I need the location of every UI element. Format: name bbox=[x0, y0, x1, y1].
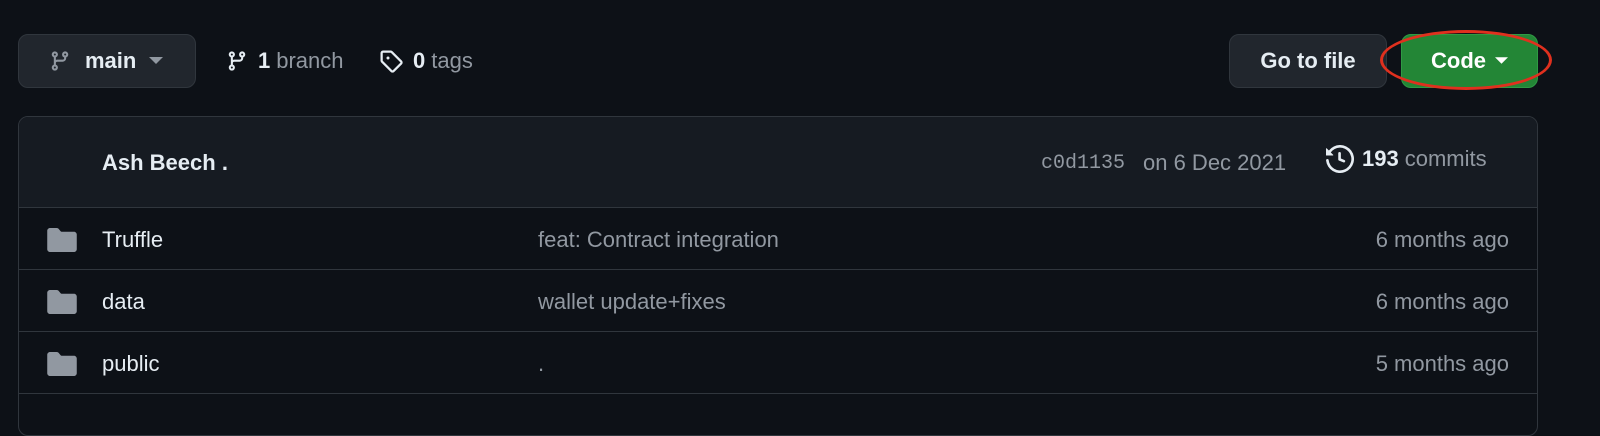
chevron-down-icon bbox=[149, 57, 164, 65]
code-button-label: Code bbox=[1431, 48, 1486, 73]
file-commit-message[interactable]: wallet update+fixes bbox=[538, 289, 726, 315]
file-age: 5 months ago bbox=[1375, 351, 1509, 376]
commit-author[interactable]: Ash Beech . bbox=[102, 150, 228, 176]
file-row: Truffle feat: Contract integration 6 mon… bbox=[19, 208, 1537, 270]
file-commit-message[interactable]: feat: Contract integration bbox=[538, 227, 779, 253]
branch-selector-label: main bbox=[85, 48, 137, 73]
chevron-down-icon bbox=[1495, 57, 1508, 65]
folder-icon bbox=[47, 228, 77, 252]
file-row: public . 5 months ago bbox=[19, 332, 1537, 394]
folder-icon bbox=[47, 352, 77, 376]
branch-label: branch bbox=[276, 48, 344, 73]
commit-date: on 6 Dec 2021 bbox=[1143, 150, 1287, 175]
commits-link[interactable]: 193 commits bbox=[1326, 145, 1487, 173]
branch-count: 1 bbox=[258, 48, 271, 73]
go-to-file-button[interactable]: Go to file bbox=[1229, 34, 1387, 88]
folder-icon bbox=[47, 290, 77, 314]
file-age: 6 months ago bbox=[1375, 289, 1509, 314]
tag-label: tags bbox=[431, 48, 473, 73]
latest-commit-bar: Ash Beech . c0d1135 on 6 Dec 2021 193 co… bbox=[19, 117, 1537, 208]
git-branch-icon bbox=[226, 49, 248, 73]
file-name-link[interactable]: Truffle bbox=[102, 227, 163, 253]
tag-icon bbox=[379, 49, 403, 73]
file-row: data wallet update+fixes 6 months ago bbox=[19, 270, 1537, 332]
history-icon bbox=[1326, 145, 1354, 173]
file-name-link[interactable]: public bbox=[102, 351, 159, 377]
commit-count: 193 bbox=[1362, 146, 1399, 171]
go-to-file-label: Go to file bbox=[1260, 48, 1356, 73]
file-name-link[interactable]: data bbox=[102, 289, 145, 315]
tags-link[interactable]: 0 tags bbox=[379, 34, 473, 88]
commit-count-label: commits bbox=[1404, 146, 1487, 171]
branches-link[interactable]: 1 branch bbox=[226, 34, 344, 88]
file-commit-message[interactable]: . bbox=[538, 351, 544, 377]
branch-selector-button[interactable]: main bbox=[18, 34, 196, 88]
code-button[interactable]: Code bbox=[1401, 34, 1538, 88]
tag-count: 0 bbox=[413, 48, 426, 73]
file-age: 6 months ago bbox=[1375, 227, 1509, 252]
git-branch-icon bbox=[49, 49, 71, 73]
commit-sha[interactable]: c0d1135 bbox=[1041, 152, 1125, 175]
file-browser-panel: Ash Beech . c0d1135 on 6 Dec 2021 193 co… bbox=[18, 116, 1538, 436]
